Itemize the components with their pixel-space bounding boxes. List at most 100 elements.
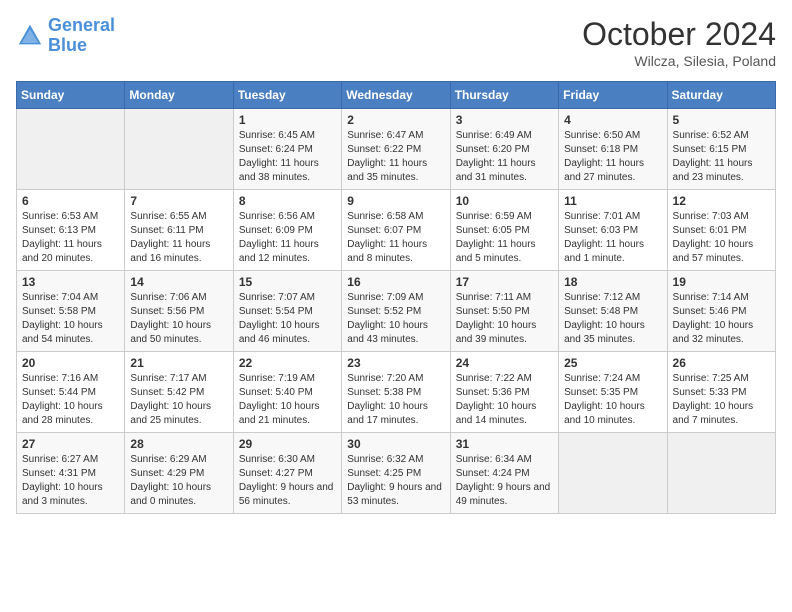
day-number: 15 [239, 275, 336, 289]
day-number: 5 [673, 113, 770, 127]
day-number: 26 [673, 356, 770, 370]
day-number: 23 [347, 356, 444, 370]
day-number: 8 [239, 194, 336, 208]
title-block: October 2024 Wilcza, Silesia, Poland [582, 16, 776, 69]
calendar-week-row: 27Sunrise: 6:27 AM Sunset: 4:31 PM Dayli… [17, 433, 776, 514]
day-number: 16 [347, 275, 444, 289]
calendar-cell: 27Sunrise: 6:27 AM Sunset: 4:31 PM Dayli… [17, 433, 125, 514]
calendar-cell: 21Sunrise: 7:17 AM Sunset: 5:42 PM Dayli… [125, 352, 233, 433]
day-number: 13 [22, 275, 119, 289]
calendar-cell: 26Sunrise: 7:25 AM Sunset: 5:33 PM Dayli… [667, 352, 775, 433]
calendar-cell: 22 Sunrise: 7:19 AM Sunset: 5:40 PM Dayli… [233, 352, 341, 433]
day-info: Sunrise: 6:34 AM Sunset: 4:24 PM Dayligh… [456, 453, 553, 509]
calendar-cell: 10 Sunrise: 6:59 AM Sunset: 6:05 PM Dayli… [450, 190, 558, 271]
calendar-table: SundayMondayTuesdayWednesdayThursdayFrid… [16, 81, 776, 514]
day-info: Sunrise: 7:19 AM Sunset: 5:40 PM Dayligh… [239, 372, 336, 428]
day-number: 24 [456, 356, 553, 370]
calendar-cell: 15 Sunrise: 7:07 AM Sunset: 5:54 PM Dayli… [233, 271, 341, 352]
day-info: Sunrise: 6:55 AM Sunset: 6:11 PM Dayligh… [130, 210, 227, 266]
logo-text: General Blue [48, 16, 115, 56]
calendar-cell: 14 Sunrise: 7:06 AM Sunset: 5:56 PM Dayli… [125, 271, 233, 352]
calendar-cell [559, 433, 667, 514]
day-of-week-header: Monday [125, 82, 233, 109]
day-info: Sunrise: 6:32 AM Sunset: 4:25 PM Dayligh… [347, 453, 444, 509]
calendar-cell: 23 Sunrise: 7:20 AM Sunset: 5:38 PM Dayli… [342, 352, 450, 433]
calendar-cell: 4 Sunrise: 6:50 AM Sunset: 6:18 PM Daylig… [559, 109, 667, 190]
day-number: 9 [347, 194, 444, 208]
calendar-cell [667, 433, 775, 514]
day-info: Sunrise: 7:07 AM Sunset: 5:54 PM Dayligh… [239, 291, 336, 347]
day-info: Sunrise: 7:20 AM Sunset: 5:38 PM Dayligh… [347, 372, 444, 428]
day-number: 17 [456, 275, 553, 289]
day-number: 14 [130, 275, 227, 289]
day-info: Sunrise: 7:06 AM Sunset: 5:56 PM Dayligh… [130, 291, 227, 347]
month-title: October 2024 [582, 16, 776, 53]
day-info: Sunrise: 6:47 AM Sunset: 6:22 PM Dayligh… [347, 129, 444, 185]
day-info: Sunrise: 7:22 AM Sunset: 5:36 PM Dayligh… [456, 372, 553, 428]
location-subtitle: Wilcza, Silesia, Poland [582, 53, 776, 69]
day-number: 29 [239, 437, 336, 451]
calendar-cell: 17 Sunrise: 7:11 AM Sunset: 5:50 PM Dayli… [450, 271, 558, 352]
calendar-cell: 1 Sunrise: 6:45 AM Sunset: 6:24 PM Daylig… [233, 109, 341, 190]
day-info: Sunrise: 7:17 AM Sunset: 5:42 PM Dayligh… [130, 372, 227, 428]
day-info: Sunrise: 6:50 AM Sunset: 6:18 PM Dayligh… [564, 129, 661, 185]
day-of-week-header: Tuesday [233, 82, 341, 109]
day-number: 7 [130, 194, 227, 208]
calendar-week-row: 6 Sunrise: 6:53 AM Sunset: 6:13 PM Daylig… [17, 190, 776, 271]
day-info: Sunrise: 6:58 AM Sunset: 6:07 PM Dayligh… [347, 210, 444, 266]
day-number: 4 [564, 113, 661, 127]
calendar-cell: 13 Sunrise: 7:04 AM Sunset: 5:58 PM Dayli… [17, 271, 125, 352]
day-info: Sunrise: 6:49 AM Sunset: 6:20 PM Dayligh… [456, 129, 553, 185]
day-number: 20 [22, 356, 119, 370]
calendar-cell: 5Sunrise: 6:52 AM Sunset: 6:15 PM Daylig… [667, 109, 775, 190]
day-number: 12 [673, 194, 770, 208]
day-info: Sunrise: 7:04 AM Sunset: 5:58 PM Dayligh… [22, 291, 119, 347]
day-number: 10 [456, 194, 553, 208]
day-info: Sunrise: 6:29 AM Sunset: 4:29 PM Dayligh… [130, 453, 227, 509]
logo: General Blue [16, 16, 115, 56]
day-number: 19 [673, 275, 770, 289]
day-info: Sunrise: 7:16 AM Sunset: 5:44 PM Dayligh… [22, 372, 119, 428]
day-number: 18 [564, 275, 661, 289]
day-info: Sunrise: 6:53 AM Sunset: 6:13 PM Dayligh… [22, 210, 119, 266]
day-number: 3 [456, 113, 553, 127]
calendar-cell: 24 Sunrise: 7:22 AM Sunset: 5:36 PM Dayli… [450, 352, 558, 433]
calendar-cell: 28 Sunrise: 6:29 AM Sunset: 4:29 PM Dayli… [125, 433, 233, 514]
day-info: Sunrise: 6:56 AM Sunset: 6:09 PM Dayligh… [239, 210, 336, 266]
calendar-cell: 12 Sunrise: 7:03 AM Sunset: 6:01 PM Dayli… [667, 190, 775, 271]
day-of-week-header: Thursday [450, 82, 558, 109]
calendar-week-row: 13 Sunrise: 7:04 AM Sunset: 5:58 PM Dayli… [17, 271, 776, 352]
page-header: General Blue October 2024 Wilcza, Silesi… [16, 16, 776, 69]
day-info: Sunrise: 6:59 AM Sunset: 6:05 PM Dayligh… [456, 210, 553, 266]
day-number: 1 [239, 113, 336, 127]
day-number: 25 [564, 356, 661, 370]
logo-icon [16, 22, 44, 50]
calendar-cell: 19 Sunrise: 7:14 AM Sunset: 5:46 PM Dayli… [667, 271, 775, 352]
day-number: 31 [456, 437, 553, 451]
calendar-week-row: 1 Sunrise: 6:45 AM Sunset: 6:24 PM Daylig… [17, 109, 776, 190]
calendar-cell: 29Sunrise: 6:30 AM Sunset: 4:27 PM Dayli… [233, 433, 341, 514]
day-of-week-header: Sunday [17, 82, 125, 109]
day-info: Sunrise: 7:01 AM Sunset: 6:03 PM Dayligh… [564, 210, 661, 266]
calendar-cell: 8 Sunrise: 6:56 AM Sunset: 6:09 PM Daylig… [233, 190, 341, 271]
day-number: 2 [347, 113, 444, 127]
calendar-cell: 30 Sunrise: 6:32 AM Sunset: 4:25 PM Dayli… [342, 433, 450, 514]
calendar-cell: 7 Sunrise: 6:55 AM Sunset: 6:11 PM Daylig… [125, 190, 233, 271]
calendar-cell: 18 Sunrise: 7:12 AM Sunset: 5:48 PM Dayli… [559, 271, 667, 352]
day-number: 28 [130, 437, 227, 451]
day-info: Sunrise: 7:03 AM Sunset: 6:01 PM Dayligh… [673, 210, 770, 266]
calendar-cell: 2 Sunrise: 6:47 AM Sunset: 6:22 PM Daylig… [342, 109, 450, 190]
day-number: 22 [239, 356, 336, 370]
calendar-cell: 16Sunrise: 7:09 AM Sunset: 5:52 PM Dayli… [342, 271, 450, 352]
day-number: 6 [22, 194, 119, 208]
day-info: Sunrise: 7:24 AM Sunset: 5:35 PM Dayligh… [564, 372, 661, 428]
day-info: Sunrise: 7:14 AM Sunset: 5:46 PM Dayligh… [673, 291, 770, 347]
day-number: 30 [347, 437, 444, 451]
day-info: Sunrise: 7:12 AM Sunset: 5:48 PM Dayligh… [564, 291, 661, 347]
calendar-cell: 25 Sunrise: 7:24 AM Sunset: 5:35 PM Dayli… [559, 352, 667, 433]
calendar-cell [17, 109, 125, 190]
day-of-week-header: Saturday [667, 82, 775, 109]
calendar-cell: 11Sunrise: 7:01 AM Sunset: 6:03 PM Dayli… [559, 190, 667, 271]
day-info: Sunrise: 7:11 AM Sunset: 5:50 PM Dayligh… [456, 291, 553, 347]
day-info: Sunrise: 6:45 AM Sunset: 6:24 PM Dayligh… [239, 129, 336, 185]
